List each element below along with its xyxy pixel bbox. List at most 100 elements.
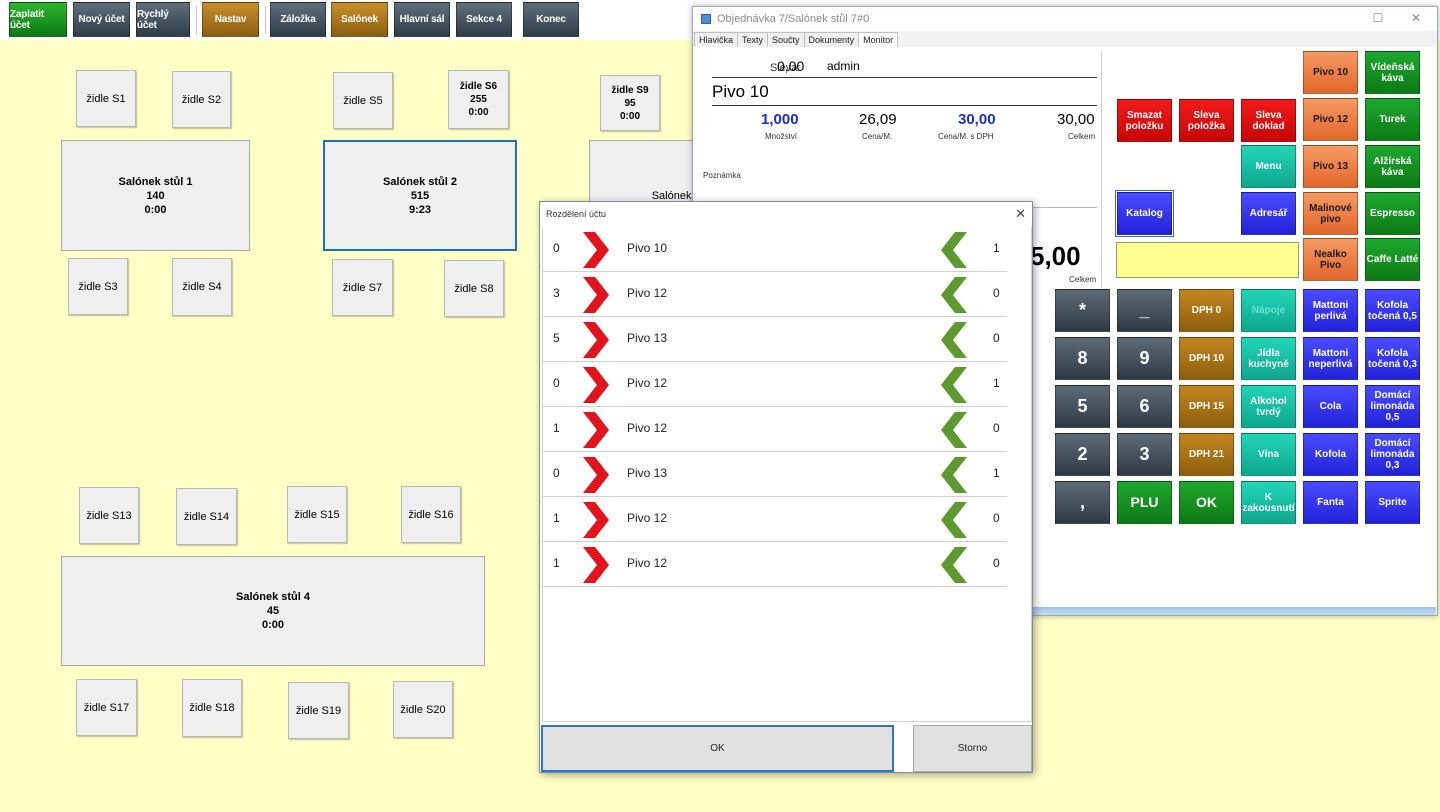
kofola-03-button[interactable]: Kofola točená 0,3: [1365, 337, 1420, 380]
move-left-arrow-icon[interactable]: [941, 277, 969, 313]
vat-0-button[interactable]: DPH 0: [1179, 289, 1234, 332]
discount-document-button[interactable]: Sleva doklad: [1241, 99, 1296, 142]
turkish-coffee-button[interactable]: Turek: [1365, 98, 1420, 141]
chair-s1[interactable]: židle S1: [76, 70, 136, 127]
sprite-button[interactable]: Sprite: [1365, 481, 1420, 524]
maximize-icon[interactable]: ☐: [1371, 11, 1385, 25]
delete-item-button[interactable]: Smazat položku: [1117, 99, 1172, 142]
input-display[interactable]: [1116, 242, 1299, 278]
non-alcoholic-beer-button[interactable]: Nealko Pivo: [1303, 238, 1358, 281]
table-lounge-2[interactable]: Salónek stůl 2 515 9:23: [323, 140, 517, 251]
beer-10-button[interactable]: Pivo 10: [1303, 51, 1358, 94]
keypad-3-button[interactable]: 3: [1117, 433, 1172, 476]
tab-monitor[interactable]: Monitor: [858, 32, 899, 48]
chair-s9[interactable]: židle S9 95 0:00: [600, 75, 660, 131]
category-drinks-button[interactable]: Nápoje: [1241, 289, 1296, 332]
chair-s16[interactable]: židle S16: [401, 486, 461, 543]
chair-s7[interactable]: židle S7: [332, 259, 393, 316]
chair-s13[interactable]: židle S13: [79, 487, 139, 544]
chair-s2[interactable]: židle S2: [172, 71, 231, 128]
tab-texts[interactable]: Texty: [737, 32, 769, 47]
settings-button[interactable]: Nastav: [202, 2, 259, 37]
algerian-coffee-button[interactable]: Alžírská káva: [1365, 145, 1420, 188]
lemonade-05-button[interactable]: Domácí limonáda 0,5: [1365, 385, 1420, 428]
move-left-arrow-icon[interactable]: [941, 547, 969, 583]
chair-s14[interactable]: židle S14: [176, 488, 237, 545]
vat-21-button[interactable]: DPH 21: [1179, 433, 1234, 476]
section-main-hall-button[interactable]: Hlavní sál: [394, 2, 450, 37]
chair-s17[interactable]: židle S17: [76, 679, 137, 736]
mattoni-still-button[interactable]: Mattoni neperlivá: [1303, 337, 1358, 380]
cancel-button[interactable]: Storno: [913, 725, 1032, 772]
chair-s5[interactable]: židle S5: [333, 72, 393, 129]
chair-s8[interactable]: židle S8: [444, 260, 504, 317]
section-lounge-button[interactable]: Salónek: [331, 2, 388, 37]
move-left-arrow-icon[interactable]: [941, 367, 969, 403]
move-right-arrow-icon[interactable]: [581, 277, 609, 313]
keypad-5-button[interactable]: 5: [1055, 385, 1110, 428]
chair-s18[interactable]: židle S18: [182, 679, 242, 737]
move-right-arrow-icon[interactable]: [581, 412, 609, 448]
chair-s19[interactable]: židle S19: [288, 682, 349, 739]
ok-button[interactable]: OK: [541, 725, 894, 772]
section-4-button[interactable]: Sekce 4: [456, 2, 512, 37]
keypad-minus-button[interactable]: _: [1117, 289, 1172, 332]
new-bill-button[interactable]: Nový účet: [73, 2, 130, 37]
raspberry-beer-button[interactable]: Malinové pivo: [1303, 192, 1358, 235]
move-right-arrow-icon[interactable]: [581, 547, 609, 583]
fanta-button[interactable]: Fanta: [1303, 481, 1358, 524]
category-liquor-button[interactable]: Alkohol tvrdý: [1241, 385, 1296, 428]
tab-documents[interactable]: Dokumenty: [803, 32, 860, 47]
move-right-arrow-icon[interactable]: [581, 457, 609, 493]
plu-button[interactable]: PLU: [1117, 481, 1172, 524]
exit-button[interactable]: Konec: [523, 2, 579, 37]
mattoni-sparkling-button[interactable]: Mattoni perlivá: [1303, 289, 1358, 332]
viennese-coffee-button[interactable]: Vídeňská káva: [1365, 51, 1420, 94]
split-item-list[interactable]: 0 Pivo 10 1 3 Pivo 12 0 5 Pivo 13 0 0 Pi…: [542, 227, 1032, 722]
chair-s6[interactable]: židle S6 255 0:00: [448, 70, 509, 129]
move-left-arrow-icon[interactable]: [941, 412, 969, 448]
move-left-arrow-icon[interactable]: [941, 502, 969, 538]
kofola-button[interactable]: Kofola: [1303, 433, 1358, 476]
move-right-arrow-icon[interactable]: [581, 502, 609, 538]
keypad-2-button[interactable]: 2: [1055, 433, 1110, 476]
keypad-6-button[interactable]: 6: [1117, 385, 1172, 428]
table-lounge-4[interactable]: Salónek stůl 4 45 0:00: [61, 556, 485, 666]
vat-10-button[interactable]: DPH 10: [1179, 337, 1234, 380]
beer-12-button[interactable]: Pivo 12: [1303, 98, 1358, 141]
move-right-arrow-icon[interactable]: [581, 322, 609, 358]
chair-s4[interactable]: židle S4: [172, 258, 232, 316]
address-book-button[interactable]: Adresář: [1241, 192, 1296, 235]
pay-bill-button[interactable]: Zaplatit účet: [9, 2, 67, 37]
ok-button[interactable]: OK: [1179, 481, 1234, 524]
discount-item-button[interactable]: Sleva položka: [1179, 99, 1234, 142]
category-snacks-button[interactable]: K zakousnutí: [1241, 481, 1296, 524]
caffe-latte-button[interactable]: Caffe Latté: [1365, 238, 1420, 281]
keypad-star-button[interactable]: *: [1055, 289, 1110, 332]
close-icon[interactable]: ✕: [1015, 206, 1026, 222]
keypad-9-button[interactable]: 9: [1117, 337, 1172, 380]
beer-13-button[interactable]: Pivo 13: [1303, 145, 1358, 188]
move-right-arrow-icon[interactable]: [581, 232, 609, 268]
move-right-arrow-icon[interactable]: [581, 367, 609, 403]
move-left-arrow-icon[interactable]: [941, 457, 969, 493]
menu-button[interactable]: Menu: [1241, 145, 1296, 188]
move-left-arrow-icon[interactable]: [941, 232, 969, 268]
lemonade-03-button[interactable]: Domácí limonáda 0,3: [1365, 433, 1420, 476]
move-left-arrow-icon[interactable]: [941, 322, 969, 358]
bookmark-button[interactable]: Záložka: [270, 2, 326, 37]
vat-15-button[interactable]: DPH 15: [1179, 385, 1234, 428]
catalog-button[interactable]: Katalog: [1117, 192, 1172, 235]
table-lounge-1[interactable]: Salónek stůl 1 140 0:00: [61, 140, 250, 251]
category-kitchen-button[interactable]: Jídla kuchyně: [1241, 337, 1296, 380]
cola-button[interactable]: Cola: [1303, 385, 1358, 428]
espresso-button[interactable]: Espresso: [1365, 192, 1420, 235]
quick-bill-button[interactable]: Rychlý účet: [136, 2, 190, 37]
chair-s20[interactable]: židle S20: [393, 681, 453, 738]
kofola-05-button[interactable]: Kofola točená 0,5: [1365, 289, 1420, 332]
tab-header[interactable]: Hlavička: [694, 32, 739, 47]
chair-s15[interactable]: židle S15: [287, 486, 347, 543]
tab-sums[interactable]: Součty: [767, 32, 805, 47]
close-icon[interactable]: ✕: [1409, 11, 1423, 25]
keypad-8-button[interactable]: 8: [1055, 337, 1110, 380]
